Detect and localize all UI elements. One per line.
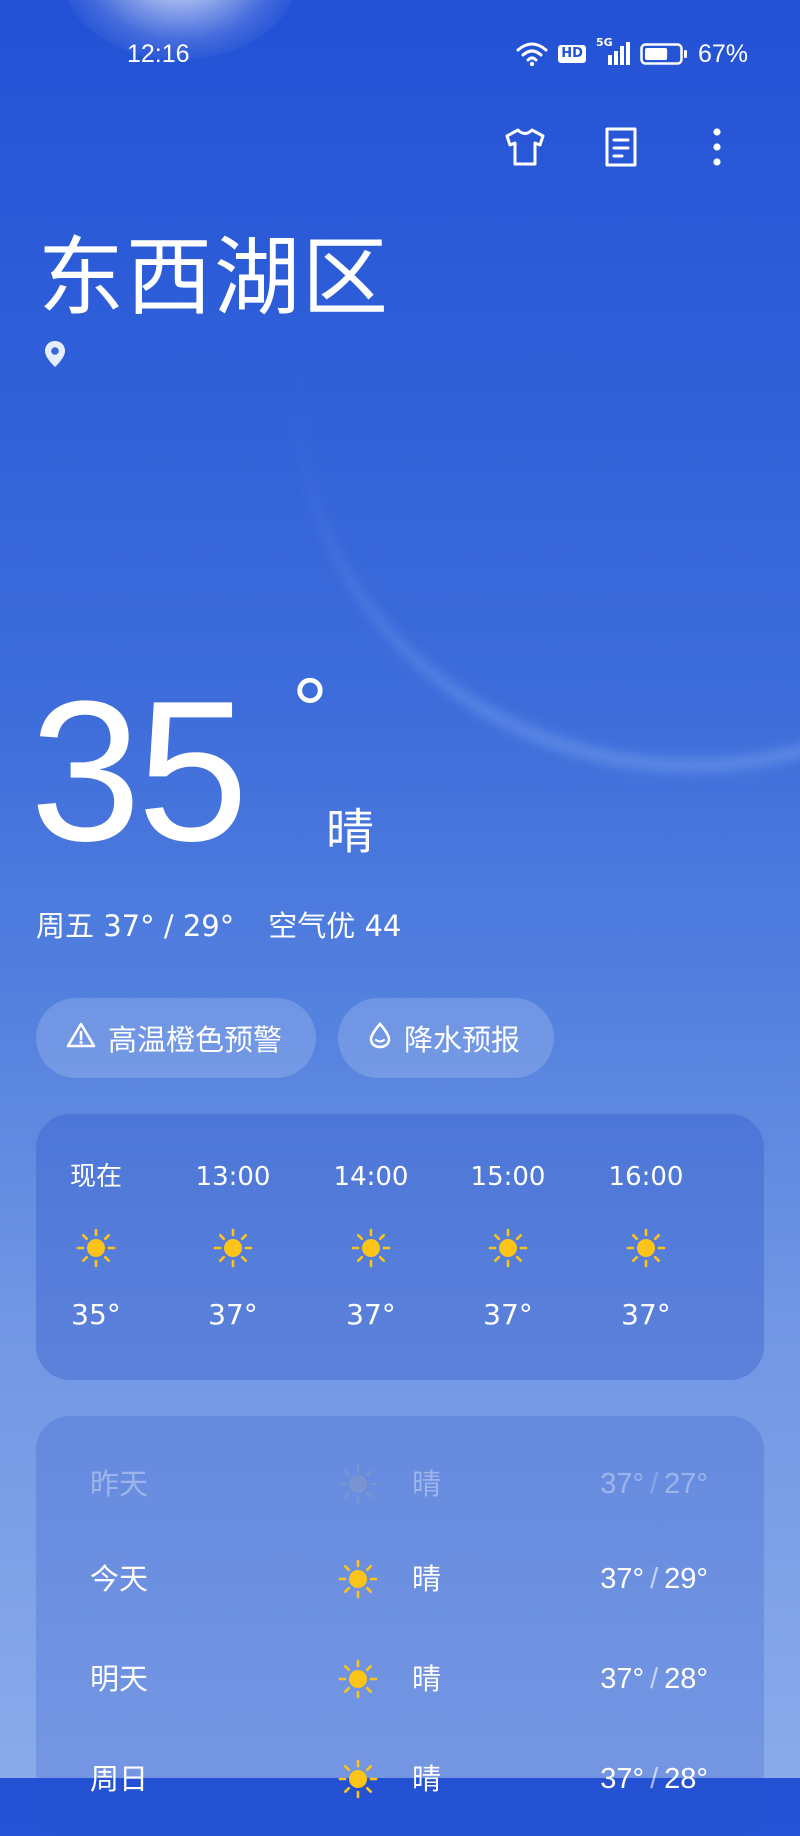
battery-percentage: 67% xyxy=(697,39,748,68)
day-name: 明天 xyxy=(90,1662,149,1696)
current-weather: 35 ° 晴 xyxy=(30,660,374,883)
day-low: 28° xyxy=(664,1663,708,1695)
hour-label: 15:00 xyxy=(470,1162,546,1192)
sun-icon xyxy=(336,1557,380,1601)
day-condition: 晴 xyxy=(412,1562,442,1596)
temp-separator: / xyxy=(650,1663,659,1695)
current-temperature: 35 xyxy=(30,660,248,883)
hourly-forecast-card[interactable]: 现在 35° 13:00 37° 14:00 37° 15:00 37° 16:… xyxy=(36,1114,764,1380)
day-temperature-range: 37°/28° xyxy=(600,1659,708,1699)
day-name: 今天 xyxy=(90,1562,149,1596)
day-condition: 晴 xyxy=(412,1467,442,1501)
day-temperature-range: 37°/27° xyxy=(600,1464,708,1504)
day-temperature-range: 37°/28° xyxy=(600,1759,708,1799)
day-low: 27° xyxy=(664,1468,708,1500)
day-name: 昨天 xyxy=(90,1467,149,1501)
heat-warning-label: 高温橙色预警 xyxy=(108,1023,283,1057)
temp-separator: / xyxy=(650,1468,659,1500)
sun-icon xyxy=(74,1226,118,1270)
day-high: 37° xyxy=(600,1563,645,1595)
more-vertical-icon[interactable] xyxy=(694,124,740,170)
precipitation-forecast-chip[interactable]: 降水预报 xyxy=(338,998,555,1078)
sun-icon xyxy=(486,1226,530,1270)
hour-temperature: 35° xyxy=(71,1298,121,1331)
hour-temperature: 37° xyxy=(208,1298,258,1331)
daily-forecast-card[interactable]: 昨天 晴 37°/27° 今天 晴 37°/29° 明天 晴 37°/28° 周… xyxy=(36,1416,764,1836)
sun-icon xyxy=(349,1226,393,1270)
sun-icon xyxy=(211,1226,255,1270)
day-high: 37° xyxy=(600,1763,645,1795)
hour-label: 16:00 xyxy=(608,1162,684,1192)
hour-temperature: 37° xyxy=(346,1298,396,1331)
tshirt-icon[interactable] xyxy=(502,124,548,170)
sun-icon xyxy=(336,1462,380,1506)
top-actions xyxy=(502,124,740,170)
today-high-low: 周五 37° / 29° xyxy=(36,909,235,943)
alert-chips: 高温橙色预警 降水预报 xyxy=(36,998,555,1078)
degree-symbol: ° xyxy=(292,661,328,761)
day-high: 37° xyxy=(600,1663,645,1695)
hour-temperature: 37° xyxy=(483,1298,533,1331)
hd-icon: HD xyxy=(558,45,586,63)
today-summary: 周五 37° / 29° 空气优 44 xyxy=(36,906,401,946)
day-condition: 晴 xyxy=(412,1762,442,1796)
air-quality[interactable]: 空气优 44 xyxy=(268,909,401,943)
day-temperature-range: 37°/29° xyxy=(600,1559,708,1599)
day-name: 周日 xyxy=(90,1762,149,1796)
daily-row-tomorrow[interactable]: 明天 晴 37°/28° xyxy=(36,1649,764,1709)
status-time: 12:16 xyxy=(127,40,190,68)
network-type-label: 5G xyxy=(595,36,613,49)
precipitation-label: 降水预报 xyxy=(404,1023,521,1057)
temp-separator: / xyxy=(650,1763,659,1795)
temp-separator: / xyxy=(650,1563,659,1595)
status-bar: 12:16 HD 5G 67% xyxy=(0,36,800,72)
hour-label: 13:00 xyxy=(195,1162,271,1192)
daily-row-yesterday[interactable]: 昨天 晴 37°/27° xyxy=(36,1454,764,1514)
hour-temperature: 37° xyxy=(621,1298,671,1331)
current-condition: 晴 xyxy=(326,804,375,860)
daily-row-sunday[interactable]: 周日 晴 37°/28° xyxy=(36,1749,764,1809)
day-low: 28° xyxy=(664,1763,708,1795)
wifi-icon xyxy=(516,41,548,67)
city-name[interactable]: 东西湖区 xyxy=(38,228,390,328)
hour-label: 14:00 xyxy=(333,1162,409,1192)
signal-5g-icon: 5G xyxy=(596,37,630,67)
location-pin-icon xyxy=(44,340,66,372)
battery-icon xyxy=(640,42,688,66)
document-icon[interactable] xyxy=(598,124,644,170)
status-icons: HD 5G 67% xyxy=(516,36,748,72)
warning-triangle-icon xyxy=(66,1021,96,1056)
sun-icon xyxy=(336,1757,380,1801)
heat-warning-chip[interactable]: 高温橙色预警 xyxy=(36,998,317,1078)
daily-row-today[interactable]: 今天 晴 37°/29° xyxy=(36,1549,764,1609)
sun-icon xyxy=(336,1657,380,1701)
day-low: 29° xyxy=(664,1563,708,1595)
day-condition: 晴 xyxy=(412,1662,442,1696)
raindrop-icon xyxy=(368,1021,392,1056)
day-high: 37° xyxy=(600,1468,645,1500)
hour-label: 现在 xyxy=(69,1162,122,1192)
sun-icon xyxy=(624,1226,668,1270)
